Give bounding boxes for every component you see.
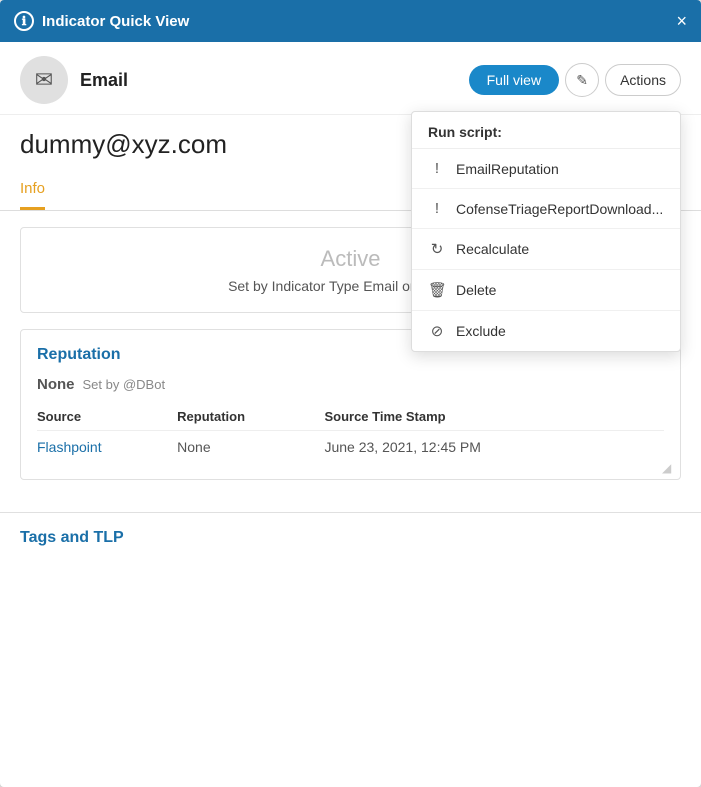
modal-title: Indicator Quick View bbox=[42, 13, 189, 30]
indicator-type: Email bbox=[80, 70, 128, 91]
email-icon: ✉ bbox=[20, 56, 68, 104]
reputation-row: None Set by @DBot bbox=[37, 376, 664, 393]
dropdown-item-label-exclude: Exclude bbox=[456, 323, 506, 339]
dropdown-item-emailrep[interactable]: ! EmailReputation bbox=[412, 149, 680, 189]
close-button[interactable]: × bbox=[676, 12, 687, 30]
source-cell[interactable]: Flashpoint bbox=[37, 431, 177, 464]
indicator-left: ✉ Email bbox=[20, 56, 128, 104]
dropdown-item-exclude[interactable]: ⊘ Exclude bbox=[412, 311, 680, 351]
fullview-button[interactable]: Full view bbox=[469, 65, 559, 95]
reputation-table: Source Reputation Source Time Stamp Flas… bbox=[37, 403, 664, 463]
dropdown-item-label-emailrep: EmailReputation bbox=[456, 161, 559, 177]
exclaim-icon-1: ! bbox=[428, 160, 446, 177]
timestamp-cell: June 23, 2021, 12:45 PM bbox=[324, 431, 664, 464]
rep-value: None bbox=[37, 376, 75, 393]
exclude-icon: ⊘ bbox=[428, 322, 446, 340]
modal-body: ✉ Email Full view ✎ Actions Run script: … bbox=[0, 42, 701, 787]
modal-container: ℹ Indicator Quick View × ✉ Email Full vi… bbox=[0, 0, 701, 787]
dropdown-item-cofense[interactable]: ! CofenseTriageReportDownload... bbox=[412, 189, 680, 229]
indicator-header: ✉ Email Full view ✎ Actions Run script: … bbox=[0, 42, 701, 115]
resize-handle-2: ◢ bbox=[662, 461, 676, 475]
tags-section: Tags and TLP bbox=[0, 512, 701, 563]
header-left: ℹ Indicator Quick View bbox=[14, 11, 189, 31]
dropdown-item-delete[interactable]: 🗑 Delete bbox=[412, 270, 680, 311]
col-header-source: Source bbox=[37, 403, 177, 431]
dropdown-item-recalculate[interactable]: ↻ Recalculate bbox=[412, 229, 680, 270]
delete-icon: 🗑 bbox=[428, 281, 446, 299]
exclaim-icon-2: ! bbox=[428, 200, 446, 217]
edit-button[interactable]: ✎ bbox=[565, 63, 599, 97]
reputation-cell: None bbox=[177, 431, 324, 464]
tags-title: Tags and TLP bbox=[20, 529, 681, 547]
recalculate-icon: ↻ bbox=[428, 240, 446, 258]
edit-icon: ✎ bbox=[576, 72, 588, 89]
dropdown-item-label-delete: Delete bbox=[456, 282, 496, 298]
table-row: Flashpoint None June 23, 2021, 12:45 PM bbox=[37, 431, 664, 464]
rep-setby: Set by @DBot bbox=[83, 377, 166, 392]
indicator-actions: Full view ✎ Actions Run script: ! EmailR… bbox=[469, 63, 681, 97]
modal-header: ℹ Indicator Quick View × bbox=[0, 0, 701, 42]
tab-info[interactable]: Info bbox=[20, 170, 45, 210]
dropdown-item-label-recalculate: Recalculate bbox=[456, 241, 529, 257]
col-header-reputation: Reputation bbox=[177, 403, 324, 431]
run-script-label: Run script: bbox=[412, 112, 680, 149]
actions-dropdown: Run script: ! EmailReputation ! CofenseT… bbox=[411, 111, 681, 352]
actions-button[interactable]: Actions bbox=[605, 64, 681, 96]
info-icon: ℹ bbox=[14, 11, 34, 31]
col-header-timestamp: Source Time Stamp bbox=[324, 403, 664, 431]
dropdown-item-label-cofense: CofenseTriageReportDownload... bbox=[456, 201, 663, 217]
